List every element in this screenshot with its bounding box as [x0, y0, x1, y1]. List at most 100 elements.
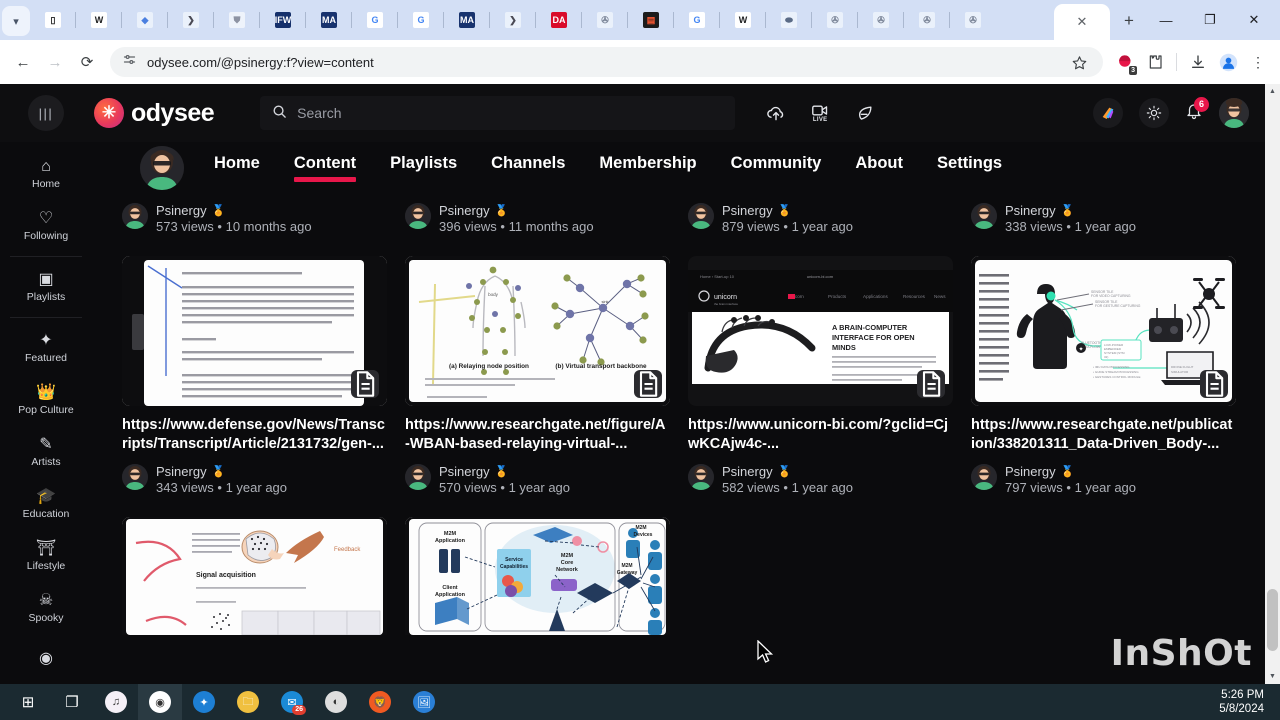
card-thumbnail[interactable]: M2M Application Client Application Servi… [405, 516, 670, 635]
channel-name[interactable]: Psinergy 🏅 [156, 203, 312, 218]
card-title[interactable]: https://www.researchgate.net/figure/A-WB… [405, 416, 670, 455]
tab-community[interactable]: Community [731, 154, 822, 182]
start-button[interactable]: ⊞ [6, 684, 50, 720]
browser-tab[interactable]: ❯ [168, 3, 214, 37]
close-icon[interactable]: ✕ [1077, 14, 1088, 30]
tab-content[interactable]: Content [293, 154, 357, 182]
channel-name[interactable]: Psinergy 🏅 [1005, 464, 1136, 479]
page-scrollbar[interactable]: ▲ ▼ [1265, 84, 1280, 684]
content-card[interactable]: M2M Application Client Application Servi… [405, 516, 670, 635]
browser-tab[interactable]: DA [536, 3, 582, 37]
browser-tab[interactable]: ✇ [582, 3, 628, 37]
avatar[interactable] [122, 463, 148, 490]
bluetooth-taskbar-button[interactable]: ✦ [182, 684, 226, 720]
brave-taskbar-button[interactable]: 🦁 [358, 684, 402, 720]
maximize-button[interactable]: ❐ [1188, 4, 1232, 36]
puzzle-icon[interactable] [1141, 48, 1169, 76]
taskbar-clock[interactable]: 5:26 PM 5/8/2024 [1219, 688, 1274, 717]
content-card[interactable]: Feedback Signal acquisition [122, 516, 387, 635]
scroll-up-arrow-icon[interactable]: ▲ [1265, 84, 1280, 99]
browser-tab[interactable]: W [720, 3, 766, 37]
tab-settings[interactable]: Settings [937, 154, 1002, 182]
sidebar-item-pop-culture[interactable]: 👑 Pop Culture [0, 374, 92, 426]
photos-taskbar-button[interactable]: 🖼 [402, 684, 446, 720]
address-bar[interactable]: odysee.com/@psinergy:f?view=content [110, 47, 1103, 77]
scrollbar-thumb[interactable] [1267, 589, 1278, 651]
mail-taskbar-button[interactable]: ✉ 26 [270, 684, 314, 720]
tab-membership[interactable]: Membership [599, 154, 696, 182]
account-icon[interactable] [1214, 48, 1242, 76]
minimize-button[interactable]: — [1144, 4, 1188, 36]
content-card[interactable]: SENSOR TILE FOR VIDEO CAPTURING SENSOR TI… [971, 256, 1236, 495]
kebab-menu-icon[interactable]: ⋮ [1244, 48, 1272, 76]
card-thumbnail[interactable]: Feedback Signal acquisition [122, 516, 387, 635]
forward-button[interactable]: → [40, 47, 70, 77]
card-thumbnail[interactable]: body sink (a) Relaying node position (b)… [405, 256, 670, 406]
browser-tab[interactable]: W [76, 3, 122, 37]
avatar[interactable] [971, 463, 997, 490]
browser-tab[interactable]: ✇ [950, 3, 996, 37]
content-card[interactable]: Home › Start-up 10 unicorn-bi.com unicor… [688, 256, 953, 495]
close-window-button[interactable]: ✕ [1232, 4, 1276, 36]
itunes-taskbar-button[interactable]: ♫ [94, 684, 138, 720]
rewards-icon[interactable] [1093, 98, 1123, 128]
sidebar-item-more[interactable]: ◉ [0, 634, 92, 684]
sidebar-item-following[interactable]: ♡ Following [0, 200, 92, 252]
channel-name[interactable]: Psinergy 🏅 [156, 464, 287, 479]
content-card[interactable]: Psinergy 🏅 879 views • 1 year ago [688, 194, 953, 234]
sidebar-item-playlists[interactable]: ▣ Playlists [0, 261, 92, 313]
content-card[interactable]: body sink (a) Relaying node position (b)… [405, 256, 670, 495]
tab-channels[interactable]: Channels [491, 154, 565, 182]
active-tab[interactable]: ✕ [1054, 4, 1110, 40]
card-thumbnail[interactable] [122, 256, 387, 406]
channel-avatar[interactable] [140, 146, 184, 190]
tab-about[interactable]: About [855, 154, 903, 182]
new-tab-button[interactable]: + [1114, 6, 1144, 36]
sidebar-item-lifestyle[interactable]: ⛩ Lifestyle [0, 530, 92, 582]
search-input[interactable] [297, 105, 724, 121]
card-title[interactable]: https://www.unicorn-bi.com/?gclid=CjwKCA… [688, 416, 953, 455]
tab-list-chevron-down-icon[interactable]: ▾ [2, 6, 30, 36]
browser-tab[interactable]: ❯ [490, 3, 536, 37]
browser-tab[interactable]: G [674, 3, 720, 37]
scroll-down-arrow-icon[interactable]: ▼ [1265, 669, 1280, 684]
content-card[interactable]: Psinergy 🏅 573 views • 10 months ago [122, 194, 387, 234]
media-player-taskbar-button[interactable]: ◐ [314, 684, 358, 720]
search-box[interactable] [260, 96, 736, 130]
reload-button[interactable]: ⟳ [72, 47, 102, 77]
browser-tab[interactable]: IFW [260, 3, 306, 37]
channel-name[interactable]: Psinergy 🏅 [722, 203, 853, 218]
card-title[interactable]: https://www.researchgate.net/publication… [971, 416, 1236, 455]
browser-tab[interactable]: ⬬ [766, 3, 812, 37]
content-card[interactable]: Psinergy 🏅 396 views • 11 months ago [405, 194, 670, 234]
star-icon[interactable] [1065, 48, 1093, 76]
go-live-icon[interactable]: LIVE [807, 100, 833, 126]
tab-playlists[interactable]: Playlists [390, 154, 457, 182]
avatar[interactable] [405, 463, 431, 490]
avatar[interactable] [688, 203, 714, 229]
tab-home[interactable]: Home [214, 154, 260, 182]
browser-tab[interactable]: ✇ [904, 3, 950, 37]
download-icon[interactable] [1184, 48, 1212, 76]
browser-tab[interactable]: G [398, 3, 444, 37]
card-title[interactable]: https://www.defense.gov/News/Transcripts… [122, 416, 387, 455]
theme-toggle-icon[interactable] [1139, 98, 1169, 128]
task-view-button[interactable]: ❐ [50, 684, 94, 720]
browser-tab[interactable]: ▤ [628, 3, 674, 37]
sidebar-item-home[interactable]: ⌂ Home [0, 148, 92, 200]
browser-tab[interactable]: ▯ [30, 3, 76, 37]
browser-tab[interactable]: ⛊ [214, 3, 260, 37]
browser-tab[interactable]: G [352, 3, 398, 37]
avatar[interactable] [122, 203, 148, 229]
browser-tab[interactable]: MA [306, 3, 352, 37]
sidebar-item-artists[interactable]: ✎ Artists [0, 426, 92, 478]
browser-tab[interactable]: MA [444, 3, 490, 37]
content-card[interactable]: https://www.defense.gov/News/Transcripts… [122, 256, 387, 495]
back-button[interactable]: ← [8, 47, 38, 77]
browser-tab[interactable]: ✇ [812, 3, 858, 37]
upload-icon[interactable] [763, 100, 789, 126]
sidebar-item-education[interactable]: 🎓 Education [0, 478, 92, 530]
odysee-logo[interactable]: ✳ odysee [94, 98, 215, 128]
browser-tab[interactable]: ◆ [122, 3, 168, 37]
hamburger-icon[interactable]: ||| [28, 95, 64, 131]
